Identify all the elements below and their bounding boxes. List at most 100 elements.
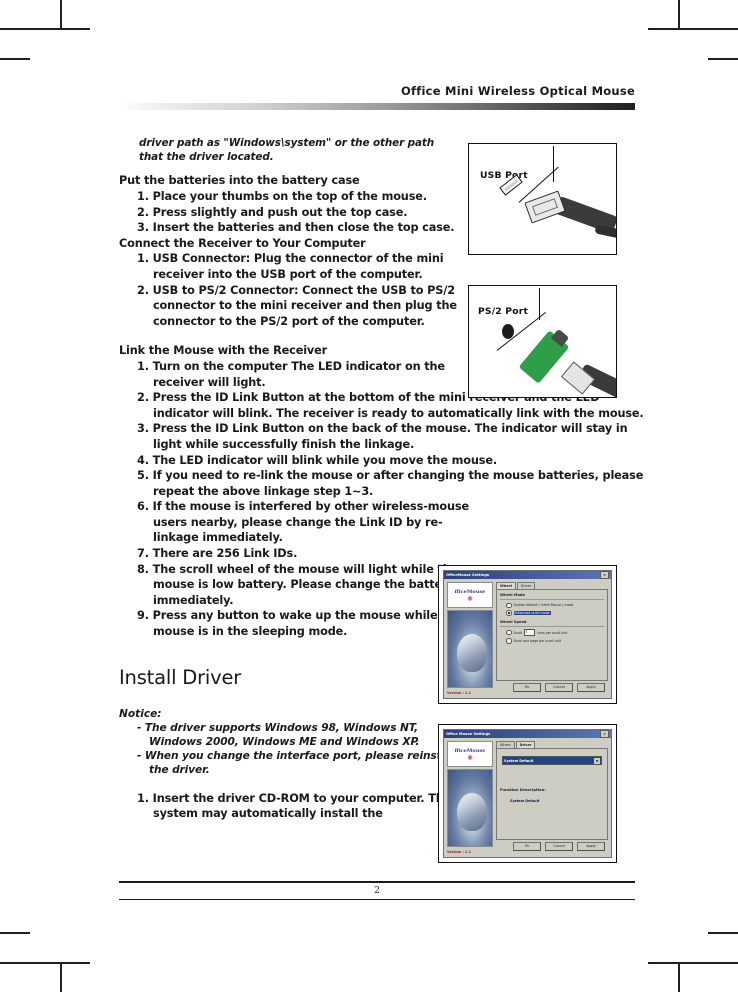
radio-icon[interactable]	[506, 629, 512, 636]
dialog-title-bar: Office Mouse Settings ×	[444, 730, 611, 738]
dialog-window: OfficeMouse Settings × fficeMouse ✺ Vers…	[443, 570, 612, 699]
list-item: 7. There are 256 Link IDs.	[137, 547, 298, 561]
continued-note-line-2: that the driver located.	[139, 151, 274, 164]
page-number: 2	[373, 884, 381, 896]
crop-mark-top-left-h	[0, 28, 90, 30]
figure-ps2-port: PS/2 Port	[468, 285, 617, 398]
usb-connector-plug	[524, 190, 566, 224]
ok-button[interactable]: Ok	[513, 683, 541, 692]
list-item: 2. USB to PS/2 Connector: Connect the US…	[137, 283, 457, 328]
radio-row[interactable]: Scroll 3 lines per scroll unit	[506, 629, 604, 636]
dialog-title-bar: OfficeMouse Settings ×	[444, 571, 611, 579]
figure-usb-port: USB Port	[468, 143, 617, 255]
ps2-port-hole-icon	[502, 324, 514, 339]
list-item: 8. The scroll wheel of the mouse will li…	[137, 562, 466, 607]
crop-mark-bottom-left-h2	[0, 932, 30, 934]
chevron-down-icon[interactable]: ▼	[594, 757, 600, 764]
radio-icon[interactable]	[506, 610, 512, 616]
list-item: 1. Insert the driver CD-ROM to your comp…	[137, 791, 472, 821]
function-description-label: Function Description:	[500, 787, 546, 792]
list-item: 1. Turn on the computer The LED indicato…	[137, 359, 445, 389]
group-title-wheel-speed: Wheel Speed	[500, 619, 527, 624]
crop-mark-top-left-v	[60, 0, 62, 30]
version-label: Version : 1.1	[447, 691, 472, 695]
tab-driver[interactable]: Driver	[516, 582, 536, 589]
divider	[500, 599, 604, 600]
cancel-button[interactable]: Cancel	[545, 683, 573, 692]
cancel-button[interactable]: Cancel	[545, 842, 573, 851]
tab-wheel[interactable]: Wheel	[496, 582, 516, 589]
dialog-window: Office Mouse Settings × fficeMouse ✺ Ver…	[443, 729, 612, 858]
star-icon: ✺	[467, 594, 473, 603]
list-item: 3. Insert the batteries and then close t…	[137, 221, 455, 235]
notice-label: Notice:	[119, 707, 162, 720]
radio-row[interactable]: Enhanced scroll mode	[506, 610, 604, 616]
scroll-lines-stepper[interactable]: 3	[524, 629, 536, 636]
tab-wheel[interactable]: Wheel	[496, 741, 515, 748]
close-icon[interactable]: ×	[600, 730, 609, 738]
list-item: 1. USB Connector: Plug the connector of …	[137, 252, 444, 281]
crop-mark-bottom-right-h	[648, 962, 738, 964]
radio-icon[interactable]	[506, 602, 512, 608]
crop-mark-top-right-h	[648, 28, 738, 30]
crop-mark-bottom-left-v	[60, 962, 62, 992]
tab-strip: Wheel Driver	[496, 741, 608, 748]
page-content: driver path as "Windows\system" or the o…	[119, 136, 644, 863]
figure-officemouse-settings-wheel: OfficeMouse Settings × fficeMouse ✺ Vers…	[438, 565, 617, 704]
page-footer: 2	[119, 881, 635, 900]
list-item: 9. Press any button to wake up the mouse…	[137, 609, 462, 639]
dialog-body: fficeMouse ✺ Version : 1.1 Wheel Driver …	[444, 579, 611, 698]
radio-label-suffix: lines per scroll unit	[537, 630, 568, 635]
list-item: 1. Place your thumbs on the top of the m…	[137, 190, 427, 203]
brand-logo: fficeMouse ✺	[447, 741, 493, 767]
tab-driver[interactable]: Driver	[515, 741, 536, 748]
driver-select-value: System Default	[504, 758, 534, 763]
radio-row[interactable]: Scroll one page per scroll unit	[506, 638, 604, 644]
header-gradient-rule	[119, 103, 635, 110]
brand-name: fficeMouse	[454, 747, 486, 754]
divider	[500, 625, 604, 626]
radio-icon[interactable]	[506, 638, 512, 644]
function-description-value: System Default	[510, 799, 540, 803]
apply-button[interactable]: Apply	[577, 683, 605, 692]
radio-label: System default ( Intelli Mouse ) mode	[513, 603, 574, 608]
crop-mark-top-right-h2	[708, 58, 738, 60]
list-item: 2. Press slightly and push out the top c…	[137, 205, 408, 219]
radio-row[interactable]: System default ( Intelli Mouse ) mode	[506, 602, 604, 608]
ps2-port-label: PS/2 Port	[478, 306, 529, 317]
list-item: 3. Press the ID Link Button on the back …	[137, 422, 628, 451]
continued-note-line-1: driver path as "Windows\system" or the o…	[139, 137, 435, 149]
radio-label: Scroll	[513, 630, 523, 635]
page-title: Office Mini Wireless Optical Mouse	[400, 84, 635, 98]
radio-label: Enhanced scroll mode	[513, 610, 551, 615]
star-icon: ✺	[467, 753, 473, 762]
ok-button[interactable]: Ok	[513, 842, 541, 851]
footer-rule-bottom	[119, 898, 635, 900]
mouse-illustration	[447, 769, 493, 847]
tab-strip: Wheel Driver	[496, 582, 608, 589]
page-header: Office Mini Wireless Optical Mouse	[119, 84, 635, 110]
brand-name: fficeMouse	[454, 588, 486, 595]
list-item: - When you change the interface port, pl…	[137, 750, 456, 777]
crop-mark-top-right-v	[678, 0, 680, 30]
crop-mark-bottom-right-v	[678, 962, 680, 992]
brand-logo: fficeMouse ✺	[447, 582, 493, 608]
usb-leader-line-vertical	[553, 146, 555, 182]
dialog-body: fficeMouse ✺ Version : 1.1 Wheel Driver …	[444, 738, 611, 857]
dialog-main: Wheel Driver Wheel Mode System default (…	[496, 582, 608, 695]
driver-select[interactable]: System Default ▼	[502, 756, 602, 765]
tab-panel-driver: System Default ▼ Function Description: S…	[496, 748, 608, 840]
crop-mark-bottom-left-h	[0, 962, 90, 964]
apply-button[interactable]: Apply	[577, 842, 605, 851]
mouse-illustration	[447, 610, 493, 688]
dialog-sidebar: fficeMouse ✺ Version : 1.1	[447, 582, 493, 695]
dialog-sidebar: fficeMouse ✺ Version : 1.1	[447, 741, 493, 854]
dialog-buttons: Ok Cancel Apply	[496, 840, 608, 854]
list-item: 6. If the mouse is interfered by other w…	[137, 500, 469, 545]
close-icon[interactable]: ×	[600, 571, 609, 579]
figure-officemouse-settings-driver: Office Mouse Settings × fficeMouse ✺ Ver…	[438, 724, 617, 863]
list-item: 5. If you need to re-link the mouse or a…	[137, 469, 644, 498]
dialog-main: Wheel Driver System Default ▼ Function D…	[496, 741, 608, 854]
list-item: - The driver supports Windows 98, Window…	[137, 721, 420, 749]
crop-mark-top-left-h2	[0, 58, 30, 60]
